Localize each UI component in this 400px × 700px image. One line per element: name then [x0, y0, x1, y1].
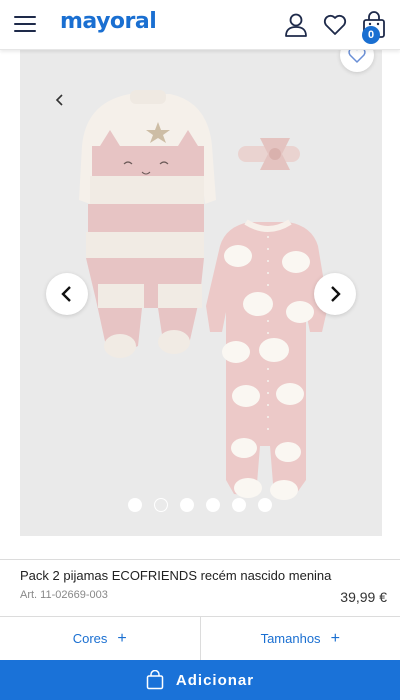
brand-logo[interactable]: mayoral: [60, 9, 157, 34]
gallery-dot[interactable]: [128, 498, 142, 512]
product-reference: Art. 11-02669-003: [20, 589, 108, 601]
add-to-cart-label: Adicionar: [175, 671, 255, 689]
sizes-label: Tamanhos: [260, 631, 321, 646]
shopping-bag-icon: [146, 670, 164, 690]
product-options: Cores + Tamanhos +: [0, 616, 400, 660]
user-icon[interactable]: [283, 12, 309, 38]
product-page: mayoral 0 Pack 2 pijamas ECOFRIENDS recé…: [0, 0, 400, 700]
top-header: mayoral 0: [0, 0, 400, 50]
chevron-left-icon: [61, 286, 71, 302]
menu-icon[interactable]: [14, 16, 36, 34]
gallery-dot-active[interactable]: [154, 498, 168, 512]
gallery-prev-button[interactable]: [46, 273, 88, 315]
gallery-dot[interactable]: [258, 498, 272, 512]
product-price: 39,99 €: [340, 589, 387, 605]
plus-icon: +: [330, 629, 340, 647]
colors-label: Cores: [72, 631, 108, 646]
add-to-cart-button[interactable]: Adicionar: [0, 660, 400, 700]
gallery-pagination: [128, 498, 272, 512]
chevron-right-icon: [331, 286, 341, 302]
gallery-dot[interactable]: [232, 498, 246, 512]
gallery-next-button[interactable]: [314, 273, 356, 315]
colors-selector[interactable]: Cores +: [0, 617, 201, 660]
gallery-dot[interactable]: [180, 498, 194, 512]
chevron-left-icon[interactable]: [54, 94, 66, 106]
heart-icon[interactable]: [322, 12, 348, 38]
gallery-dot[interactable]: [206, 498, 220, 512]
divider: [0, 559, 400, 560]
plus-icon: +: [117, 629, 127, 647]
product-name: Pack 2 pijamas ECOFRIENDS recém nascido …: [20, 568, 332, 583]
bag-count-badge: 0: [362, 26, 380, 44]
sizes-selector[interactable]: Tamanhos +: [201, 617, 400, 660]
